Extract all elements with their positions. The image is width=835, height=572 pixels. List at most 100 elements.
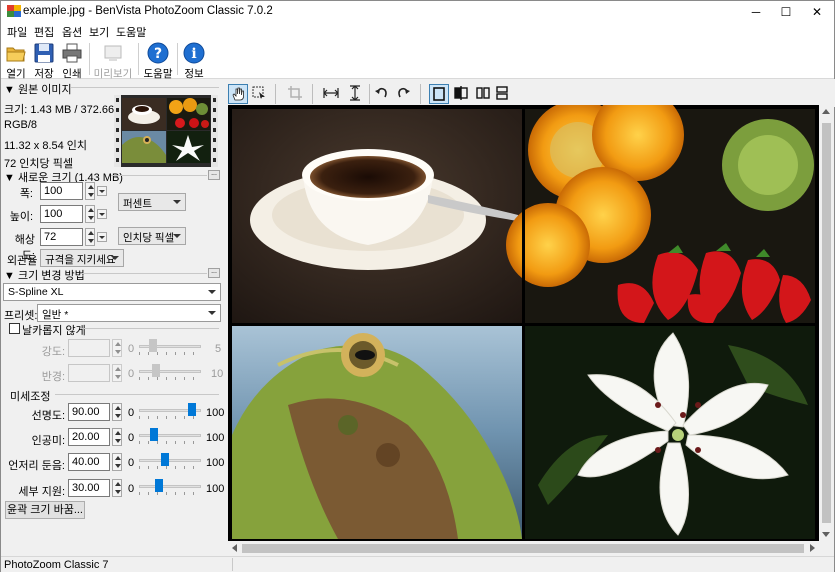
sharpness-input[interactable]: 90.00 [68,403,110,421]
main-toolbar: 열기 저장 인쇄 미리보기 ? 도움말 i 정보 [1,39,834,80]
menu-help[interactable]: 도움말 [116,24,146,40]
toolbar-separator [138,43,139,75]
menu-file[interactable]: 파일 [7,24,27,40]
strength-input [68,339,110,357]
fit-width-button[interactable] [321,84,341,104]
slider-ticks [139,492,201,495]
section-divider [81,273,207,274]
hand-tool-button[interactable] [228,84,248,104]
artifact-input[interactable]: 40.00 [68,453,110,471]
preview-photo-collage [228,105,819,541]
unit-select[interactable]: 퍼센트 [118,193,186,211]
slider-thumb[interactable] [161,453,169,466]
scroll-down-icon[interactable] [822,532,830,537]
preset-select[interactable]: 일반 * [37,304,221,322]
save-button[interactable]: 저장 [31,41,57,80]
slider-thumb[interactable] [155,479,163,492]
toolbar-separator [420,84,421,104]
close-button[interactable]: ✕ [803,1,831,23]
section-divider [55,394,219,395]
print-button[interactable]: 인쇄 [59,41,85,80]
folder-icon [6,47,26,62]
menu-view[interactable]: 보기 [89,24,109,40]
original-image-header[interactable]: ▼ 원본 이미지 [4,81,72,97]
artifact-slider[interactable] [139,453,201,469]
film-grain-input[interactable]: 20.00 [68,428,110,446]
menu-options[interactable]: 옵션 [62,24,82,40]
horizontal-scroll-thumb[interactable] [242,544,804,553]
new-size-more-button[interactable]: ... [208,170,220,180]
height-input[interactable]: 100 [40,205,83,223]
aspect-select-value: 규격을 지키세요 [45,254,116,266]
height-dropdown-button[interactable] [97,209,107,219]
rotate-left-button[interactable] [371,84,391,104]
resolution-spinner[interactable] [85,228,95,246]
maximize-button[interactable]: ☐ [772,1,800,23]
radius-spinner [112,364,122,382]
detail-spinner[interactable] [112,479,122,497]
open-button[interactable]: 열기 [3,41,29,80]
rotate-left-icon [375,87,387,98]
chevron-down-icon [173,200,181,204]
algorithm-select-value: S-Spline XL [8,286,64,298]
vertical-scrollbar[interactable] [819,105,834,541]
detail-input[interactable]: 30.00 [68,479,110,497]
detail-slider[interactable] [139,479,201,495]
sharpness-slider[interactable] [139,403,201,419]
preview-button[interactable]: 미리보기 [93,41,133,80]
slider-track [139,370,201,373]
sharpness-spinner[interactable] [112,403,122,421]
resolution-dropdown-button[interactable] [97,232,107,242]
slider-thumb[interactable] [188,403,196,416]
chevron-down-icon [208,290,216,294]
stacked-view-button[interactable] [492,84,512,104]
scroll-right-icon[interactable] [810,544,815,552]
width-spinner[interactable] [85,182,95,200]
info-button[interactable]: i 정보 [180,41,208,80]
crop-button[interactable] [285,84,305,104]
artifact-spinner[interactable] [112,453,122,471]
side-by-side-button[interactable] [473,84,493,104]
minimize-button[interactable]: ─ [742,1,770,23]
toolbar-separator [275,84,276,104]
image-preview[interactable] [228,105,819,541]
unsharp-checkbox[interactable] [9,323,20,334]
single-view-button[interactable] [429,84,449,104]
vertical-scroll-thumb[interactable] [822,123,831,523]
resize-method-more-button[interactable]: ... [208,268,220,278]
resolution-input[interactable]: 72 [40,228,83,246]
side-by-side-icon [476,87,490,99]
title-bar: example.jpg - BenVista PhotoZoom Classic… [1,1,834,23]
width-label: 폭: [19,188,33,200]
film-grain-label: 인공미: [31,435,65,447]
resize-button[interactable]: 윤곽 크기 바꿈... [5,501,85,519]
aspect-select[interactable]: 규격을 지키세요 [40,249,124,267]
horizontal-arrows-icon [323,88,339,98]
floppy-icon [34,43,54,63]
unsharp-label: 날카롭지 않게 [22,325,86,337]
resolution-unit-select[interactable]: 인치당 픽셀 [118,227,186,245]
svg-text:i: i [191,46,196,62]
rotate-right-button[interactable] [394,84,414,104]
fit-height-button[interactable] [345,84,365,104]
width-dropdown-button[interactable] [97,186,107,196]
scroll-left-icon[interactable] [232,544,237,552]
fine-tune-header: 미세조정 [10,391,51,403]
resize-method-header[interactable]: ▼ 크기 변경 방법 [4,267,85,283]
slider-thumb[interactable] [150,428,158,441]
artifact-max: 100 [206,457,225,469]
width-input[interactable]: 100 [40,182,83,200]
algorithm-select[interactable]: S-Spline XL [3,283,221,301]
scroll-up-icon[interactable] [822,109,830,114]
film-grain-spinner[interactable] [112,428,122,446]
menu-edit[interactable]: 편집 [34,24,54,40]
thumbnail-image[interactable] [114,95,218,167]
horizontal-scrollbar[interactable] [228,541,819,556]
crop-select-button[interactable] [249,84,269,104]
height-spinner[interactable] [85,205,95,223]
detail-max: 100 [206,483,225,495]
split-view-button[interactable] [451,84,471,104]
radius-label: 반경: [41,371,65,383]
help-button[interactable]: ? 도움말 [142,41,174,80]
film-grain-slider[interactable] [139,428,201,444]
